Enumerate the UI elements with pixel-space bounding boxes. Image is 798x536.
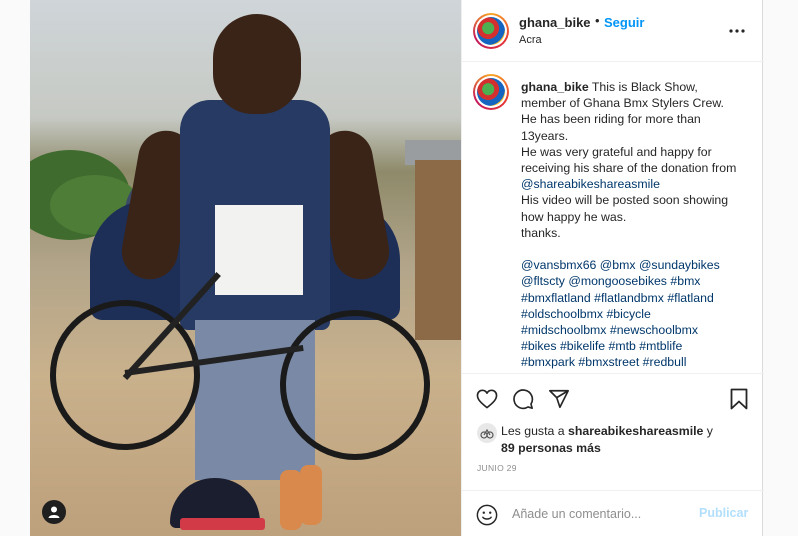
hashtag-link[interactable]: #bmxpark — [521, 355, 575, 369]
likes-others-count[interactable]: 89 personas más — [501, 441, 601, 455]
hashtag-link[interactable]: #newschoolbmx — [610, 323, 698, 337]
header-separator: • — [595, 13, 600, 28]
more-options-button[interactable] — [726, 22, 748, 40]
comment-input[interactable] — [512, 504, 692, 524]
hashtag-link[interactable]: #mtb — [609, 339, 636, 353]
bicycle-logo-icon — [480, 428, 494, 439]
caption-line: thanks. — [521, 225, 561, 240]
liker-username[interactable]: shareabikeshareasmile — [568, 424, 703, 438]
liker-avatar[interactable] — [477, 423, 497, 443]
hashtag-link[interactable]: #midschoolbmx — [521, 323, 606, 337]
post-actions: Les gusta a shareabikeshareasmile y 89 p… — [462, 373, 764, 491]
hashtag-link[interactable]: @vansbmx66 — [521, 258, 596, 272]
comment-bubble-icon — [513, 389, 534, 410]
heart-icon — [476, 389, 498, 409]
cap-brim — [180, 518, 265, 530]
post-date[interactable]: JUNIO 29 — [477, 463, 517, 473]
person-icon — [48, 506, 60, 518]
paper-sheet — [215, 205, 303, 295]
bookmark-icon — [730, 388, 748, 410]
paper-plane-icon — [549, 389, 569, 409]
instagram-post: ghana_bike • Seguir Acra ghana_bike This… — [30, 0, 764, 536]
hashtag-link[interactable]: #bmxflatland — [521, 291, 591, 305]
avatar[interactable] — [473, 13, 509, 49]
hashtag-link[interactable]: #bicycle — [606, 307, 650, 321]
caption-text: ghana_bike This is Black Show, member of… — [521, 79, 739, 371]
hashtag-link[interactable]: #mtblife — [639, 339, 682, 353]
hashtag-link[interactable]: #bikes — [521, 339, 557, 353]
hashtag-link[interactable]: #bmxstreet — [578, 355, 639, 369]
person-head — [213, 14, 301, 114]
caption-area: ghana_bike This is Black Show, member of… — [462, 63, 764, 373]
follow-button[interactable]: Seguir — [604, 15, 644, 30]
hashtag-link[interactable]: @bmx — [600, 258, 636, 272]
user-tag-button[interactable] — [42, 500, 66, 524]
caption-username[interactable]: ghana_bike — [521, 80, 589, 94]
hashtag-link[interactable]: @fltscty — [521, 274, 565, 288]
bmx-peg — [280, 470, 302, 530]
bmx-rear-wheel — [280, 310, 430, 460]
bmx-peg — [300, 465, 322, 525]
hashtag-link[interactable]: #bmx — [670, 274, 700, 288]
likes-summary: Les gusta a shareabikeshareasmile y 89 p… — [501, 423, 751, 457]
hashtag-link[interactable]: #flatlandbmx — [594, 291, 664, 305]
hashtag-link[interactable]: @mongoosebikes — [568, 274, 667, 288]
caption-avatar[interactable] — [473, 74, 509, 110]
likes-prefix: Les gusta a — [501, 424, 565, 438]
publish-button[interactable]: Publicar — [699, 506, 748, 520]
comment-button[interactable] — [510, 386, 536, 412]
hashtag-link[interactable]: @sundaybikes — [639, 258, 720, 272]
hashtag-link[interactable]: #bikelife — [560, 339, 605, 353]
share-button[interactable] — [546, 386, 572, 412]
hashtag-link[interactable]: #oldschoolbmx — [521, 307, 603, 321]
post-photo[interactable] — [30, 0, 461, 536]
save-button[interactable] — [726, 386, 752, 412]
background-shack — [415, 160, 461, 340]
comment-bar: Publicar — [462, 490, 764, 536]
likes-conj: y — [706, 424, 713, 438]
more-dots-icon — [729, 29, 745, 33]
caption-mention[interactable]: @shareabikeshareasmile — [521, 177, 660, 191]
post-side-panel: ghana_bike • Seguir Acra ghana_bike This… — [461, 0, 764, 536]
caption-line: His video will be posted soon showing ho… — [521, 193, 729, 224]
hashtag-link[interactable]: #flatland — [667, 291, 714, 305]
caption-line: He was very grateful and happy for recei… — [521, 144, 737, 176]
header-username[interactable]: ghana_bike — [519, 15, 591, 30]
emoji-button[interactable] — [476, 504, 498, 526]
smiley-icon — [476, 504, 498, 526]
hashtag-link[interactable]: #redbull — [643, 355, 687, 369]
location-link[interactable]: Acra — [519, 34, 542, 46]
post-header: ghana_bike • Seguir Acra — [462, 0, 764, 62]
caption-line: He has been riding for more than 13years… — [521, 112, 701, 143]
like-button[interactable] — [474, 386, 500, 412]
